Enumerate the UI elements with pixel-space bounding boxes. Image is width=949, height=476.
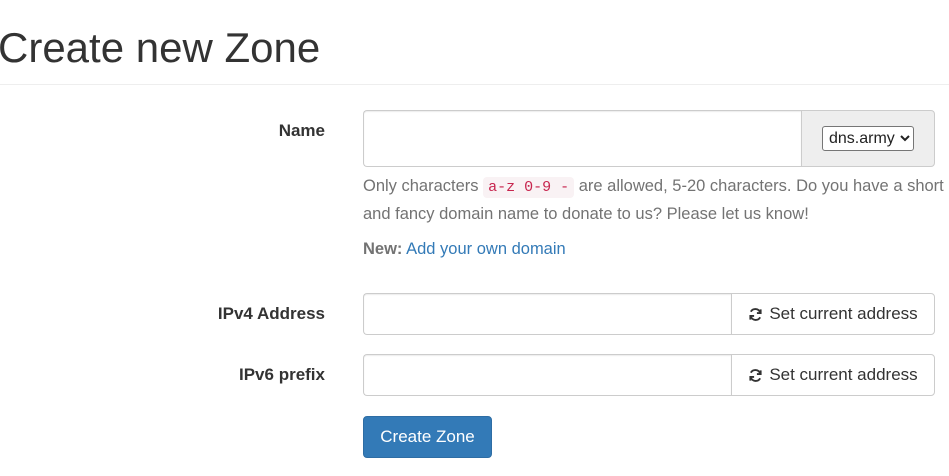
ipv6-label: IPv6 prefix xyxy=(239,365,325,384)
refresh-icon xyxy=(749,368,762,382)
zone-name-input[interactable] xyxy=(363,110,801,167)
name-input-group: dns.army xyxy=(363,110,935,167)
ipv4-label: IPv4 Address xyxy=(217,304,325,323)
domain-addon: dns.army xyxy=(801,110,935,167)
ipv4-button-label: Set current address xyxy=(769,304,918,323)
add-own-domain-link[interactable]: Add your own domain xyxy=(406,240,566,258)
ipv4-set-current-button[interactable]: Set current address xyxy=(731,293,935,335)
refresh-icon xyxy=(749,307,762,321)
name-help-text: Only characters a-z 0-9 - are allowed, 5… xyxy=(363,173,949,227)
ipv6-input[interactable] xyxy=(363,354,731,396)
domain-select[interactable]: dns.army xyxy=(822,126,914,151)
name-label: Name xyxy=(278,121,325,140)
new-notice: New: Add your own domain xyxy=(363,236,566,262)
new-label: New: xyxy=(363,240,403,258)
create-zone-button[interactable]: Create Zone xyxy=(363,416,492,458)
ipv4-input[interactable] xyxy=(363,293,731,335)
allowed-chars-code: a-z 0-9 - xyxy=(483,177,575,198)
ipv6-input-group: Set current address xyxy=(363,354,935,396)
page-title: Create new Zone xyxy=(0,24,321,71)
ipv6-button-label: Set current address xyxy=(769,365,918,384)
help-prefix: Only characters xyxy=(363,177,484,195)
title-divider xyxy=(0,84,949,85)
ipv4-input-group: Set current address xyxy=(363,293,935,335)
ipv6-set-current-button[interactable]: Set current address xyxy=(731,354,935,396)
